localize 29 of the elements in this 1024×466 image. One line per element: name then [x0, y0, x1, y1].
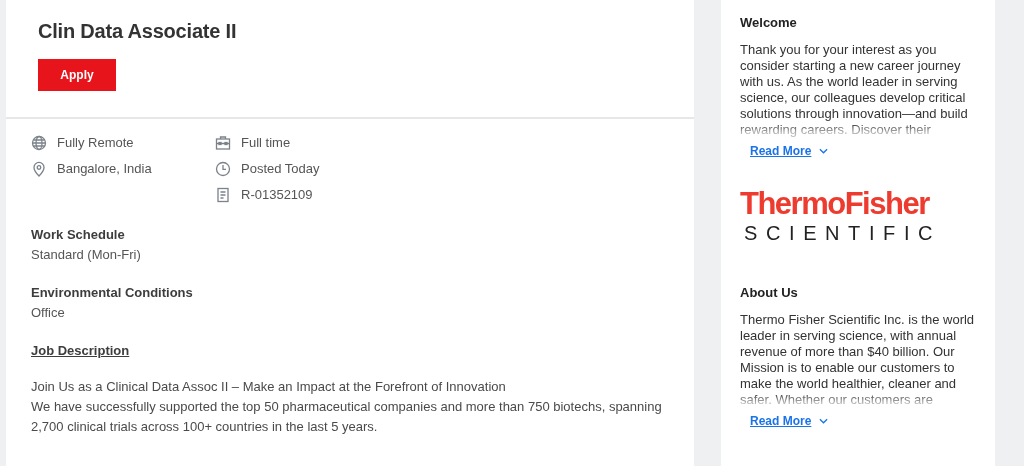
section-text: Thank you for your interest as you consider starting a new career journey with us. As the world leader in serving science, our colleagues develop critical solutions through innovation—and build rewarding careers. Discover their [740, 42, 969, 138]
field-value: Office [31, 304, 66, 322]
job-detail-text: R-01352109 [241, 187, 313, 202]
job-detail-text: Fully Remote [57, 135, 134, 150]
job-detail-text: Full time [241, 135, 291, 150]
clock-icon [215, 160, 231, 177]
section-heading: About Us [740, 284, 798, 302]
read-more-link[interactable]: Read More [750, 144, 829, 158]
apply-button[interactable]: Apply [38, 59, 116, 91]
field-label: Work Schedule [31, 226, 126, 244]
chevron-down-icon [819, 148, 829, 154]
description-text: We have successfully supported the top 50 pharmaceutical companies and more than 750 biotechs, spanning 2,700 clinical trials across 100+ countries in the last 5 years. [31, 398, 663, 436]
location-pin-icon [31, 160, 47, 177]
read-more-link[interactable]: Read More [750, 414, 829, 428]
chevron-down-icon [819, 418, 829, 424]
section-text: Thermo Fisher Scientific Inc. is the world leader in serving science, with annual revenue of more than $40 billion. Our Mission is to enable our customers to make the world healthier, cleaner and safer. Whether our customers are [740, 312, 975, 408]
section-heading: Welcome [740, 14, 797, 32]
globe-icon [31, 134, 47, 151]
logo-wordmark: ThermoFisher [740, 188, 929, 220]
document-icon [215, 186, 231, 203]
job-title: Clin Data Associate II [38, 20, 238, 43]
section-heading: Job Description [31, 342, 131, 360]
job-detail-text: Bangalore, India [57, 161, 152, 176]
logo-subtitle: SCIENTIFIC [743, 222, 942, 244]
description-text: Join Us as a Clinical Data Assoc II – Make an Impact at the Forefront of Innovation [31, 378, 507, 396]
field-label: Environmental Conditions [31, 284, 194, 302]
field-value: Standard (Mon-Fri) [31, 246, 142, 264]
job-detail-text: Posted Today [241, 161, 320, 176]
briefcase-icon [215, 134, 231, 151]
